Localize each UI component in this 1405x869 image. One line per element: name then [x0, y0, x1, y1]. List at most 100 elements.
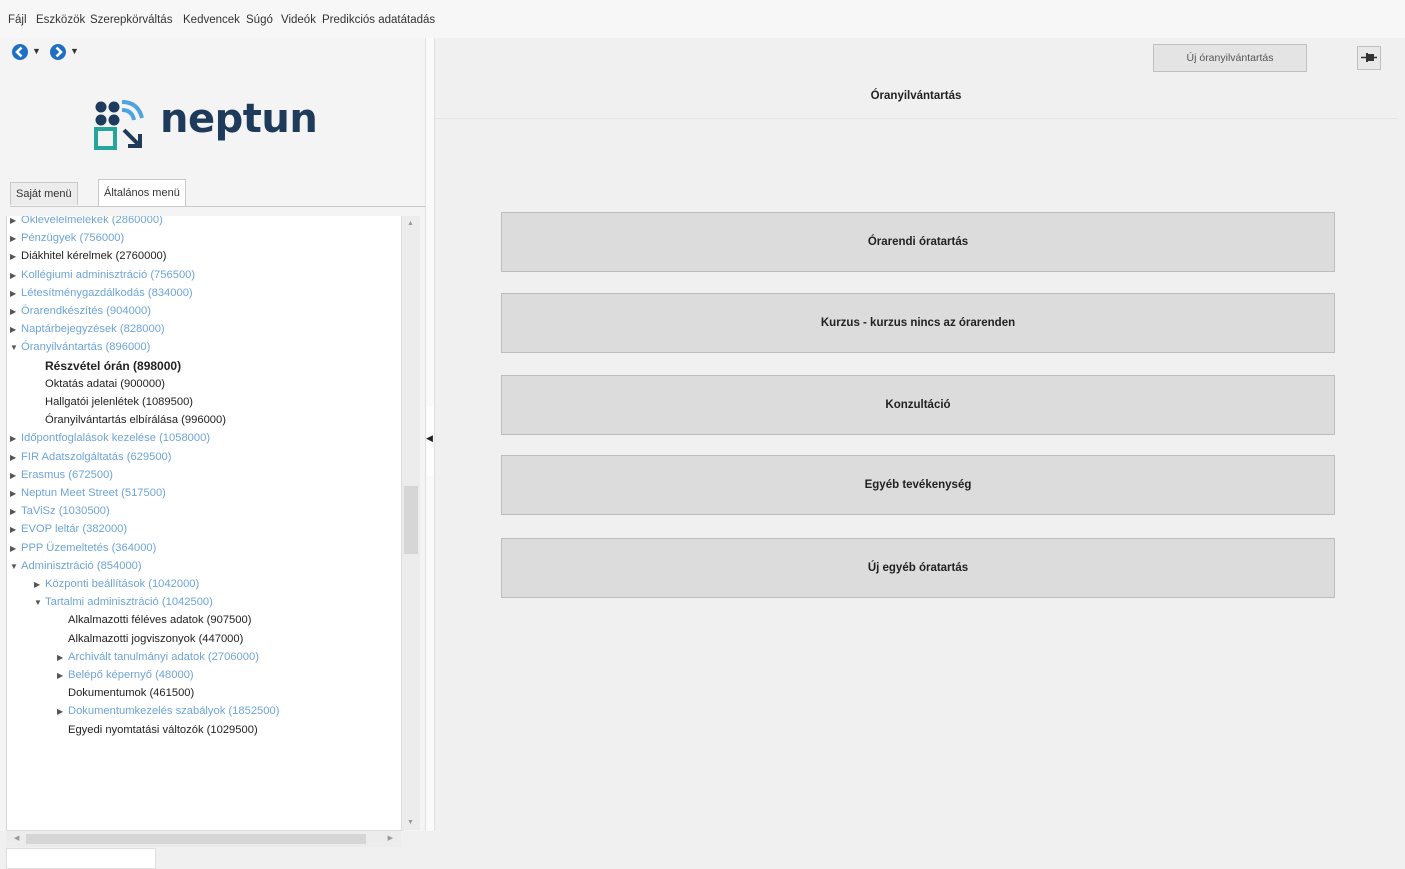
collapse-arrow-icon[interactable]: ▼	[10, 558, 21, 576]
expand-arrow-icon[interactable]: ▶	[10, 285, 21, 303]
tree-item[interactable]: Részvétel órán (898000)	[34, 357, 181, 375]
tree-item[interactable]: ▶ Időpontfoglalások kezelése (1058000)	[10, 429, 210, 447]
tree-item[interactable]: ▶ TaViSz (1030500)	[10, 502, 110, 520]
expand-arrow-icon[interactable]: ▶	[10, 248, 21, 266]
tree-item[interactable]: Hallgatói jelenlétek (1089500)	[34, 393, 193, 411]
forward-dropdown-caret-icon[interactable]: ▼	[70, 46, 79, 56]
tree-item[interactable]: Alkalmazotti féléves adatok (907500)	[57, 611, 251, 629]
tree-item-label: Belépő képernyő (48000)	[68, 669, 194, 681]
tree-item[interactable]: ▶ Létesítménygazdálkodás (834000)	[10, 284, 193, 302]
tree-item[interactable]: ▶ Belépő képernyő (48000)	[57, 666, 194, 684]
tree-item[interactable]: ▶ Központi beállítások (1042000)	[34, 575, 199, 593]
search-input[interactable]	[6, 848, 156, 869]
expand-arrow-icon[interactable]: ▶	[10, 503, 21, 521]
expand-arrow-icon[interactable]: ▶	[10, 540, 21, 558]
menu-videos[interactable]: Videók	[281, 14, 316, 26]
tree-vertical-scrollbar[interactable]: ▲ ▼	[401, 216, 420, 830]
expand-arrow-icon[interactable]: ▶	[57, 703, 68, 721]
tree-item[interactable]: ▼ Tartalmi adminisztráció (1042500)	[34, 593, 213, 611]
tree-item[interactable]: ▼ Óranyilvántartás (896000)	[10, 338, 150, 356]
other-activity-button[interactable]: Egyéb tevékenység	[501, 455, 1335, 515]
horizontal-scroll-thumb[interactable]	[26, 834, 366, 844]
tree-item[interactable]: ▶ Diákhitel kérelmek (2760000)	[10, 247, 167, 265]
tree-item[interactable]: ▶ Naptárbejegyzések (828000)	[10, 320, 165, 338]
scroll-down-arrow-icon[interactable]: ▼	[407, 819, 414, 826]
expand-arrow-icon[interactable]: ▶	[34, 576, 45, 594]
back-dropdown-caret-icon[interactable]: ▼	[32, 46, 41, 56]
tree-item-label: Diákhitel kérelmek (2760000)	[21, 250, 167, 263]
menu-tree: ▶ Oklevelelmelékek (2860000) ▶ Pénzügyek (7…	[6, 216, 403, 831]
neptun-logo-text: neptun	[160, 96, 318, 142]
tab-own-menu[interactable]: Saját menü	[10, 182, 78, 205]
tree-item[interactable]: ▶ Pénzügyek (756000)	[10, 229, 124, 247]
new-time-record-button[interactable]: Új óranyilvántartás	[1153, 44, 1307, 72]
expand-arrow-icon[interactable]: ▶	[10, 216, 21, 230]
tree-item[interactable]: ▶ Dokumentumkezelés szabályok (1852500)	[57, 702, 279, 720]
tree-item-label: Órarendkészítés (904000)	[21, 305, 151, 317]
tree-item-label: Dokumentumok (461500)	[68, 687, 195, 700]
scroll-up-arrow-icon[interactable]: ▲	[407, 220, 414, 227]
expand-arrow-icon[interactable]: ▶	[10, 303, 21, 321]
tree-item[interactable]: ▼ Adminisztráció (854000)	[10, 557, 142, 575]
tree-item[interactable]: Alkalmazotti jogviszonyok (447000)	[57, 630, 243, 648]
expand-arrow-icon[interactable]: ▶	[10, 267, 21, 285]
expand-arrow-icon[interactable]: ▶	[10, 430, 21, 448]
tree-item[interactable]: ▶ Archivált tanulmányi adatok (2706000)	[57, 648, 259, 666]
consultation-button[interactable]: Konzultáció	[501, 375, 1335, 435]
tree-item-label: Archivált tanulmányi adatok (2706000)	[68, 650, 259, 663]
tree-item[interactable]: ▶ FIR Adatszolgáltatás (629500)	[10, 448, 172, 466]
tree-item-label: Központi beállítások (1042000)	[45, 578, 200, 590]
menu-role-switch[interactable]: Szerepkörváltás	[90, 14, 172, 26]
main-content: Új óranyilvántartás Óranyilvántartás Óra…	[435, 38, 1405, 831]
expand-arrow-icon[interactable]: ▶	[10, 449, 21, 467]
tree-item[interactable]: Oktatás adatai (900000)	[34, 375, 165, 393]
expand-arrow-icon[interactable]: ▶	[57, 649, 68, 667]
new-other-class-button[interactable]: Új egyéb óratartás	[501, 538, 1335, 598]
expand-arrow-icon[interactable]: ▶	[10, 321, 21, 339]
course-not-in-schedule-button[interactable]: Kurzus - kurzus nincs az órarenden	[501, 293, 1335, 353]
expand-arrow-icon[interactable]: ▶	[10, 467, 21, 485]
tree-item[interactable]: ▶ PPP Üzemeltetés (364000)	[10, 539, 156, 557]
expand-arrow-icon[interactable]: ▶	[10, 521, 21, 539]
tree-item-label: Naptárbejegyzések (828000)	[21, 323, 165, 336]
forward-arrow-icon[interactable]	[48, 42, 68, 62]
menu-file[interactable]: Fájl	[8, 14, 27, 26]
scheduled-class-button[interactable]: Órarendi óratartás	[501, 212, 1335, 272]
tree-item-label: Neptun Meet Street (517500)	[21, 487, 166, 499]
tree-item[interactable]: ▶ EVOP leltár (382000)	[10, 520, 127, 538]
expand-arrow-icon[interactable]: ▶	[10, 230, 21, 248]
scroll-right-arrow-icon[interactable]: ▶	[388, 834, 393, 842]
scroll-left-arrow-icon[interactable]: ◀	[14, 834, 19, 842]
tree-item[interactable]: ▶ Órarendkészítés (904000)	[10, 302, 151, 320]
tree-item-label: Pénzügyek (756000)	[21, 232, 125, 245]
tree-item[interactable]: Egyedi nyomtatási változók (1029500)	[57, 721, 258, 739]
tree-item[interactable]: ▶ Erasmus (672500)	[10, 466, 113, 484]
menu-favorites[interactable]: Kedvencek	[183, 14, 240, 26]
panel-splitter[interactable]: ◀	[425, 38, 435, 831]
menu-help[interactable]: Súgó	[246, 14, 273, 26]
tree-item[interactable]: ▶ Oklevelelmelékek (2860000)	[10, 216, 163, 229]
vertical-scroll-thumb[interactable]	[404, 486, 418, 554]
tree-item[interactable]: ▶ Kollégiumi adminisztráció (756500)	[10, 266, 195, 284]
tab-general-menu[interactable]: Általános menü	[98, 179, 186, 206]
neptun-logo-mark-icon	[94, 100, 144, 150]
expand-arrow-icon[interactable]: ▶	[57, 667, 68, 685]
menu-tools[interactable]: Eszközök	[36, 14, 85, 26]
back-arrow-icon[interactable]	[10, 42, 30, 62]
tree-horizontal-scrollbar[interactable]: ◀ ▶	[6, 830, 401, 847]
tree-item[interactable]: ▶ Neptun Meet Street (517500)	[10, 484, 166, 502]
pin-button[interactable]	[1357, 46, 1381, 70]
tree-item-label: FIR Adatszolgáltatás (629500)	[21, 450, 172, 463]
collapse-left-arrow-icon: ◀	[426, 433, 433, 443]
page-title: Óranyilvántartás	[870, 90, 962, 102]
tree-item-label: Dokumentumkezelés szabályok (1852500)	[68, 705, 280, 718]
tree-item-label: Tartalmi adminisztráció (1042500)	[45, 596, 213, 609]
tree-item[interactable]: Dokumentumok (461500)	[57, 684, 194, 702]
collapse-arrow-icon[interactable]: ▼	[34, 594, 45, 612]
tree-item[interactable]: Óranyilvántartás elbírálása (996000)	[34, 411, 226, 429]
collapse-panel-button[interactable]: ◀	[426, 406, 433, 476]
collapse-arrow-icon[interactable]: ▼	[10, 339, 21, 357]
menu-prediction-data-transfer[interactable]: Predikciós adatátadás	[322, 14, 435, 26]
navigation-buttons: ▼ ▼	[10, 42, 110, 64]
expand-arrow-icon[interactable]: ▶	[10, 485, 21, 503]
